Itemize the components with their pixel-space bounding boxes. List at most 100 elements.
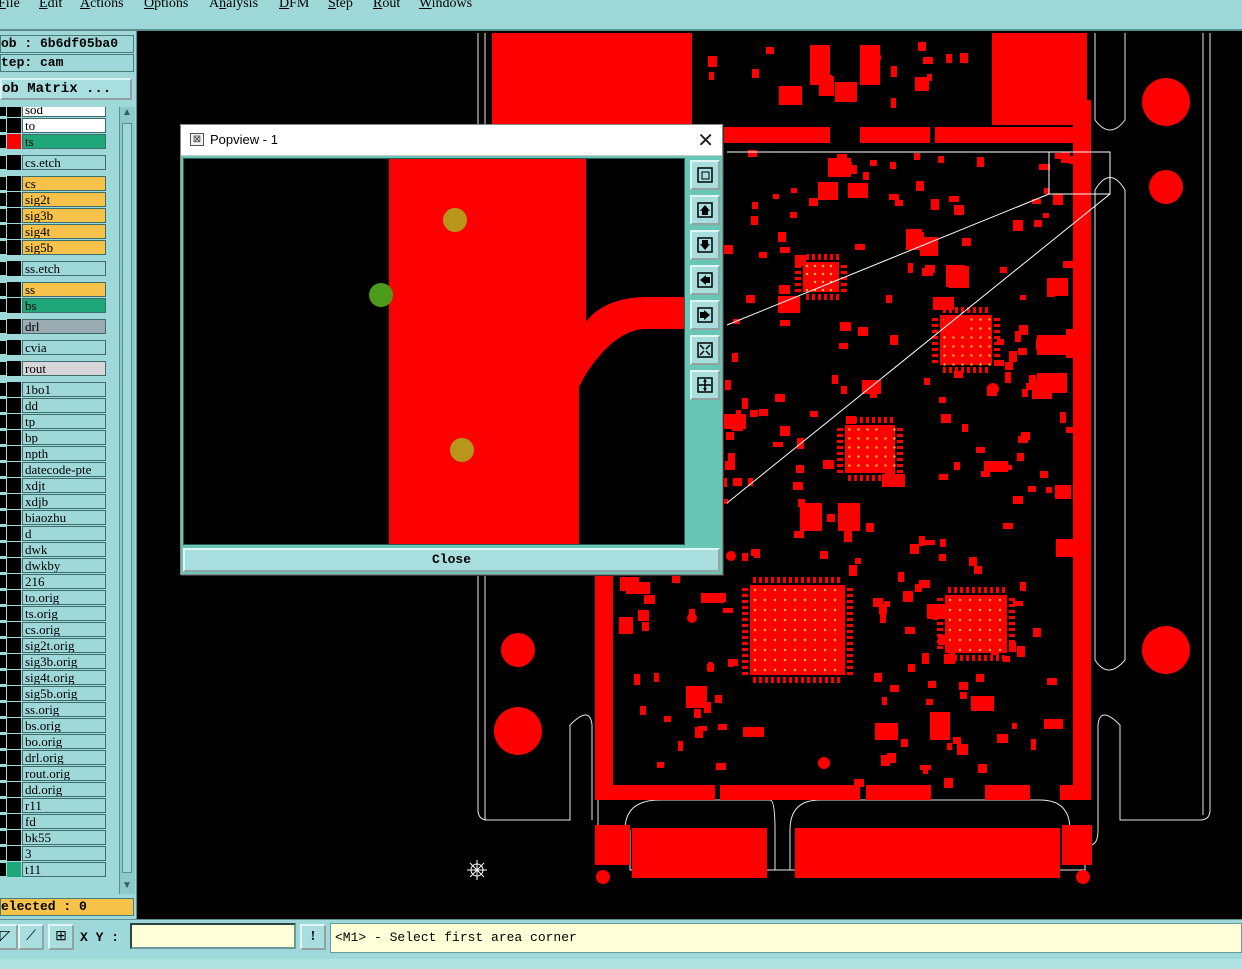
layer-name[interactable]: ss (22, 282, 106, 297)
layer-row[interactable]: sig3b.orig (0, 654, 118, 669)
layer-color-swatch[interactable] (7, 298, 21, 313)
layer-color-swatch[interactable] (7, 107, 21, 117)
layer-checkbox[interactable] (0, 447, 6, 460)
layer-row[interactable]: ts (0, 134, 118, 149)
layer-color-swatch[interactable] (7, 830, 21, 845)
layer-name[interactable]: bk55 (22, 830, 106, 845)
layer-color-swatch[interactable] (7, 702, 21, 717)
layer-checkbox[interactable] (0, 543, 6, 556)
layer-name[interactable]: sig5b.orig (22, 686, 106, 701)
layer-row[interactable]: 216 (0, 574, 118, 589)
layer-color-swatch[interactable] (7, 118, 21, 133)
layer-color-swatch[interactable] (7, 670, 21, 685)
layer-row[interactable]: t11 (0, 862, 118, 877)
scroll-thumb[interactable] (122, 123, 132, 873)
layer-row[interactable]: cs.orig (0, 622, 118, 637)
layer-color-swatch[interactable] (7, 590, 21, 605)
layer-name[interactable]: dwk (22, 542, 106, 557)
layer-checkbox[interactable] (0, 847, 6, 860)
layer-name[interactable]: 1bo1 (22, 382, 106, 397)
layer-checkbox[interactable] (0, 495, 6, 508)
layer-row[interactable]: rout (0, 361, 118, 376)
layer-checkbox[interactable] (0, 225, 6, 238)
layer-name[interactable]: sig4t.orig (22, 670, 106, 685)
layer-checkbox[interactable] (0, 703, 6, 716)
layer-checkbox[interactable] (0, 559, 6, 572)
layer-checkbox[interactable] (0, 815, 6, 828)
layer-row[interactable]: sig4t (0, 224, 118, 239)
layer-checkbox[interactable] (0, 156, 6, 169)
layer-color-swatch[interactable] (7, 558, 21, 573)
layer-row[interactable]: r11 (0, 798, 118, 813)
layer-name[interactable]: sig3b (22, 208, 106, 223)
layer-name[interactable]: fd (22, 814, 106, 829)
layer-color-swatch[interactable] (7, 340, 21, 355)
layer-row[interactable]: rout.orig (0, 766, 118, 781)
layer-color-swatch[interactable] (7, 798, 21, 813)
layer-row[interactable]: sig5b.orig (0, 686, 118, 701)
layer-row[interactable]: 1bo1 (0, 382, 118, 397)
layer-checkbox[interactable] (0, 783, 6, 796)
layer-checkbox[interactable] (0, 320, 6, 333)
layer-checkbox[interactable] (0, 655, 6, 668)
layer-checkbox[interactable] (0, 479, 6, 492)
layer-checkbox[interactable] (0, 119, 6, 132)
layer-row[interactable]: bs (0, 298, 118, 313)
layer-row[interactable]: cs (0, 176, 118, 191)
menu-edit[interactable]: Edit (39, 0, 62, 12)
layer-name[interactable]: cs.orig (22, 622, 106, 637)
pan-left-icon[interactable] (690, 265, 720, 295)
layer-name[interactable]: ts.orig (22, 606, 106, 621)
layer-name[interactable]: dwkby (22, 558, 106, 573)
layer-name[interactable]: rout (22, 361, 106, 376)
layer-row[interactable]: sod (0, 107, 118, 117)
scroll-up-icon[interactable]: ▲ (122, 107, 132, 118)
layer-row[interactable]: ts.orig (0, 606, 118, 621)
layer-row[interactable]: tp (0, 414, 118, 429)
pointer-tool-icon[interactable]: ◸ (0, 924, 18, 950)
layer-color-swatch[interactable] (7, 224, 21, 239)
zoom-out-icon[interactable] (690, 370, 720, 400)
layer-checkbox[interactable] (0, 799, 6, 812)
layer-row[interactable]: xdjb (0, 494, 118, 509)
layer-color-swatch[interactable] (7, 686, 21, 701)
layer-checkbox[interactable] (0, 671, 6, 684)
layer-row[interactable]: fd (0, 814, 118, 829)
layer-row[interactable]: 3 (0, 846, 118, 861)
layer-checkbox[interactable] (0, 607, 6, 620)
layer-row[interactable]: to.orig (0, 590, 118, 605)
layer-color-swatch[interactable] (7, 574, 21, 589)
layer-color-swatch[interactable] (7, 176, 21, 191)
layer-checkbox[interactable] (0, 735, 6, 748)
layer-checkbox[interactable] (0, 751, 6, 764)
xy-coordinate-input[interactable] (130, 923, 296, 949)
layer-row[interactable]: cvia (0, 340, 118, 355)
layer-color-swatch[interactable] (7, 814, 21, 829)
menu-step[interactable]: Step (328, 0, 353, 12)
layer-row[interactable]: dd.orig (0, 782, 118, 797)
layer-checkbox[interactable] (0, 299, 6, 312)
pan-up-icon[interactable] (690, 195, 720, 225)
layer-color-swatch[interactable] (7, 382, 21, 397)
layer-color-swatch[interactable] (7, 398, 21, 413)
layer-checkbox[interactable] (0, 527, 6, 540)
layer-color-swatch[interactable] (7, 208, 21, 223)
layer-row[interactable]: d (0, 526, 118, 541)
layer-name[interactable]: 3 (22, 846, 106, 861)
layer-row[interactable]: cs.etch (0, 155, 118, 170)
layer-color-swatch[interactable] (7, 622, 21, 637)
alert-button[interactable]: ! (300, 924, 326, 950)
layer-row[interactable]: ss (0, 282, 118, 297)
layer-checkbox[interactable] (0, 831, 6, 844)
layer-name[interactable]: drl (22, 319, 106, 334)
layer-color-swatch[interactable] (7, 282, 21, 297)
layer-checkbox[interactable] (0, 511, 6, 524)
layer-color-swatch[interactable] (7, 846, 21, 861)
layer-color-swatch[interactable] (7, 462, 21, 477)
menu-rout[interactable]: Rout (373, 0, 400, 12)
layer-checkbox[interactable] (0, 341, 6, 354)
layer-color-swatch[interactable] (7, 718, 21, 733)
layer-name[interactable]: ss.etch (22, 261, 106, 276)
layer-list-scrollbar[interactable]: ▲ ▼ (119, 107, 135, 894)
menu-analysis[interactable]: Analysis (209, 0, 258, 12)
